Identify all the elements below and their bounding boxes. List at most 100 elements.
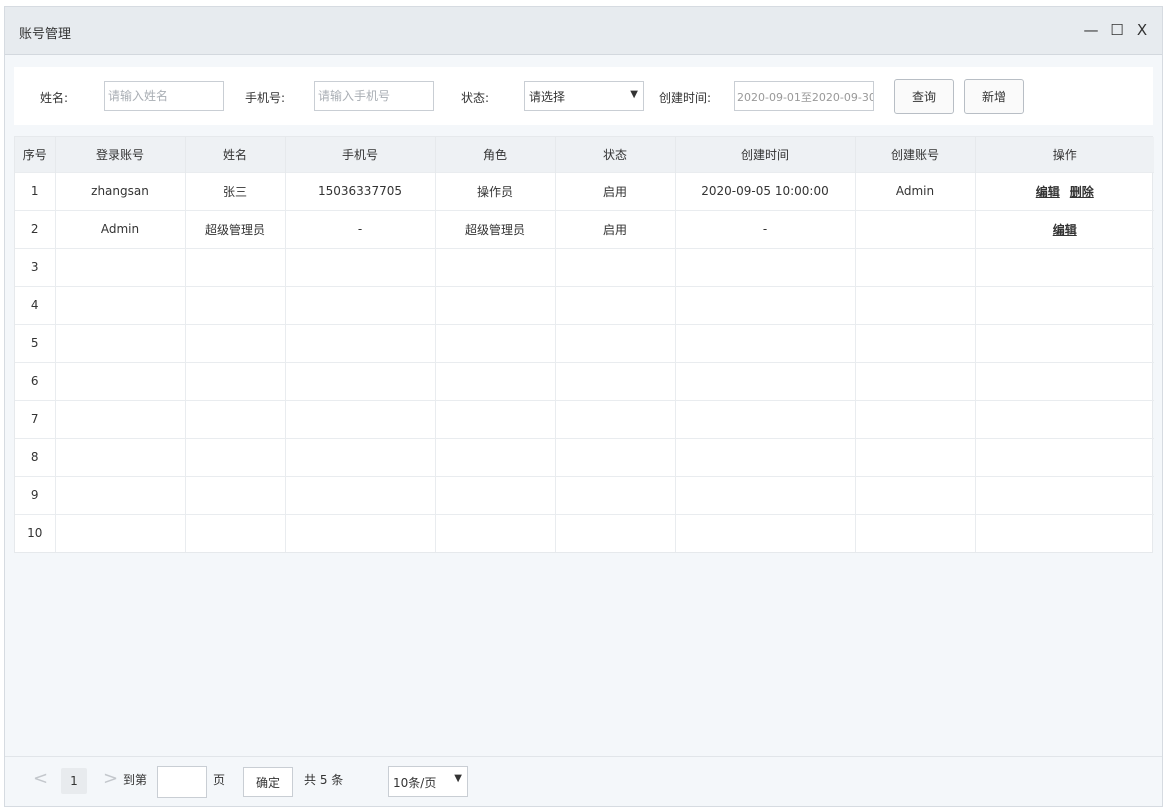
cell-account — [55, 247, 186, 286]
accounts-table: 序号 登录账号 姓名 手机号 角色 状态 创建时间 创建账号 操作 1 zhang… — [14, 136, 1154, 553]
dropdown-arrow-icon: ▼ — [454, 773, 462, 784]
cell-account — [55, 361, 186, 400]
cell-name — [185, 361, 286, 400]
goto-page-input[interactable] — [157, 766, 207, 798]
cell-name — [185, 475, 286, 514]
cell-phone — [285, 323, 436, 362]
cell-status — [555, 475, 676, 514]
cell-role — [435, 399, 556, 438]
cell-role — [435, 475, 556, 514]
cell-account — [55, 475, 186, 514]
cell-created-by: Admin — [855, 171, 976, 210]
created-date-range-input[interactable]: 2020-09-01至2020-09-30 — [734, 81, 874, 111]
page-number-current[interactable]: 1 — [61, 768, 87, 794]
table-row: 8 — [15, 437, 1154, 476]
cell-status: 启用 — [555, 209, 676, 248]
cell-actions — [975, 247, 1154, 286]
cell-phone — [285, 247, 436, 286]
created-time-label: 创建时间: — [659, 91, 712, 105]
cell-created-by — [855, 361, 976, 400]
status-select[interactable]: 请选择 ▼ — [524, 81, 644, 111]
cell-created-by — [855, 437, 976, 476]
name-input[interactable] — [104, 81, 224, 111]
cell-status — [555, 399, 676, 438]
cell-role — [435, 247, 556, 286]
cell-status: 启用 — [555, 171, 676, 210]
cell-account — [55, 513, 186, 552]
table-header-row: 序号 登录账号 姓名 手机号 角色 状态 创建时间 创建账号 操作 — [15, 137, 1154, 172]
cell-index: 7 — [15, 399, 56, 438]
account-management-window: 账号管理 — ☐ X 姓名: 手机号: 状态: 请选择 ▼ 创建时间: 2020… — [4, 6, 1163, 807]
cell-role — [435, 513, 556, 552]
column-header-index: 序号 — [15, 137, 56, 172]
window-title: 账号管理 — [19, 27, 72, 42]
cell-phone — [285, 399, 436, 438]
cell-role: 超级管理员 — [435, 209, 556, 248]
cell-created-by — [855, 323, 976, 362]
cell-role — [435, 285, 556, 324]
cell-name — [185, 285, 286, 324]
cell-actions — [975, 285, 1154, 324]
cell-phone — [285, 475, 436, 514]
cell-status — [555, 513, 676, 552]
table-row: 10 — [15, 513, 1154, 552]
cell-actions — [975, 513, 1154, 552]
table-row: 5 — [15, 323, 1154, 362]
cell-role: 操作员 — [435, 171, 556, 210]
cell-status — [555, 437, 676, 476]
cell-created-by — [855, 475, 976, 514]
cell-created-by — [855, 399, 976, 438]
search-button[interactable]: 查询 — [894, 79, 954, 114]
cell-actions: 编辑 — [975, 209, 1154, 248]
next-page-icon[interactable]: > — [103, 768, 118, 789]
filter-bar: 姓名: 手机号: 状态: 请选择 ▼ 创建时间: 2020-09-01至2020… — [14, 67, 1153, 125]
prev-page-icon[interactable]: < — [33, 768, 48, 789]
edit-link[interactable]: 编辑 — [1053, 223, 1077, 237]
table-row: 2 Admin 超级管理员 - 超级管理员 启用 - 编辑 — [15, 209, 1154, 248]
cell-phone: 15036337705 — [285, 171, 436, 210]
add-button[interactable]: 新增 — [964, 79, 1024, 114]
cell-account: Admin — [55, 209, 186, 248]
cell-name: 超级管理员 — [185, 209, 286, 248]
table-row: 3 — [15, 247, 1154, 286]
column-header-actions: 操作 — [1052, 147, 1077, 162]
cell-created-at: - — [675, 209, 856, 248]
cell-phone — [285, 361, 436, 400]
cell-actions — [975, 437, 1154, 476]
minimize-icon[interactable]: — — [1082, 20, 1100, 40]
cell-index: 9 — [15, 475, 56, 514]
page-suffix-label: 页 — [213, 773, 226, 787]
cell-phone: - — [285, 209, 436, 248]
cell-actions — [975, 323, 1154, 362]
goto-page-label: 到第 — [123, 773, 148, 787]
cell-created-at — [675, 513, 856, 552]
cell-status — [555, 285, 676, 324]
close-icon[interactable]: X — [1133, 20, 1151, 40]
cell-phone — [285, 285, 436, 324]
cell-created-at — [675, 399, 856, 438]
cell-created-at: 2020-09-05 10:00:00 — [675, 171, 856, 210]
cell-created-by — [855, 513, 976, 552]
page-size-select[interactable]: 10条/页 ▼ — [388, 766, 468, 797]
column-header-created-by: 创建账号 — [855, 137, 976, 172]
cell-status — [555, 247, 676, 286]
cell-actions — [975, 361, 1154, 400]
cell-name — [185, 323, 286, 362]
cell-index: 8 — [15, 437, 56, 476]
dropdown-arrow-icon: ▼ — [630, 89, 638, 100]
cell-index: 5 — [15, 323, 56, 362]
cell-actions — [975, 399, 1154, 438]
cell-index: 6 — [15, 361, 56, 400]
column-header-created-at: 创建时间 — [675, 137, 856, 172]
cell-account — [55, 399, 186, 438]
goto-confirm-button[interactable]: 确定 — [243, 767, 293, 797]
cell-created-by — [855, 247, 976, 286]
delete-link[interactable]: 删除 — [1070, 185, 1094, 199]
maximize-icon[interactable]: ☐ — [1108, 20, 1126, 40]
cell-account: zhangsan — [55, 171, 186, 210]
phone-input[interactable] — [314, 81, 434, 111]
edit-link[interactable]: 编辑 — [1036, 185, 1060, 199]
name-label: 姓名: — [40, 91, 69, 105]
cell-created-at — [675, 361, 856, 400]
phone-label: 手机号: — [245, 91, 286, 105]
